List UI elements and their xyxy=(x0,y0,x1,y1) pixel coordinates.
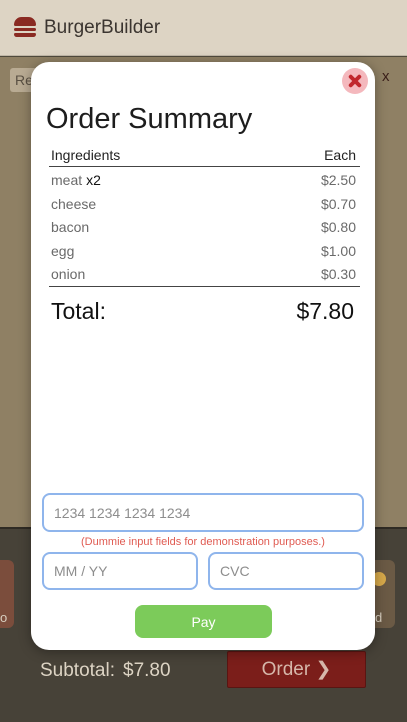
cvc-input[interactable] xyxy=(208,552,364,590)
ingredient-name: onion xyxy=(51,266,86,282)
order-table: Ingredients Each meat x2 $2.50 cheese $0.… xyxy=(49,145,360,285)
order-summary-modal: Order Summary Ingredients Each meat x2 $2… xyxy=(31,62,375,650)
ingredient-quantity: x2 xyxy=(86,172,101,188)
ingredient-name: bacon xyxy=(51,219,90,235)
ingredient-price: $2.50 xyxy=(320,172,356,188)
table-divider xyxy=(49,286,360,287)
column-header-each: Each xyxy=(324,147,356,163)
table-header: Ingredients Each xyxy=(49,145,360,167)
ingredient-name: meat xyxy=(51,172,83,188)
ingredient-price: $0.30 xyxy=(320,266,356,282)
ingredient-tile-left-label: o xyxy=(0,610,8,625)
modal-title: Order Summary xyxy=(46,103,253,135)
burger-logo-icon xyxy=(14,17,36,37)
table-row: cheese $0.70 xyxy=(49,191,360,215)
ingredient-name: cheese xyxy=(51,195,97,212)
table-row: meat x2 $2.50 xyxy=(49,167,360,191)
pay-button[interactable]: Pay xyxy=(135,605,272,638)
order-button[interactable]: Order ❯ xyxy=(227,651,366,688)
column-header-ingredients: Ingredients xyxy=(51,147,121,163)
table-row: bacon $0.80 xyxy=(49,214,360,238)
total-value: $7.80 xyxy=(296,298,354,324)
ingredient-price: $0.80 xyxy=(320,219,356,235)
expiry-date-input[interactable] xyxy=(42,552,198,590)
subtotal-value: $7.80 xyxy=(123,660,171,681)
ingredient-price: $0.70 xyxy=(320,195,356,212)
close-icon[interactable] xyxy=(342,68,368,94)
background-close-button[interactable]: x xyxy=(382,68,390,85)
table-row: onion $0.30 xyxy=(49,261,360,285)
demo-disclaimer: (Dummie input fields for demonstration p… xyxy=(81,536,325,548)
subtotal: Subtotal: $7.80 xyxy=(40,660,179,682)
ingredient-name: egg xyxy=(51,242,75,259)
subtotal-label: Subtotal: xyxy=(40,660,115,681)
table-row: egg $1.00 xyxy=(49,238,360,262)
total-label: Total: xyxy=(51,298,106,324)
ingredient-tile-right-label: d xyxy=(375,610,383,625)
ingredient-price: $1.00 xyxy=(320,242,356,259)
top-bar: BurgerBuilder xyxy=(0,0,407,56)
card-number-input[interactable] xyxy=(42,493,364,532)
app-title: BurgerBuilder xyxy=(44,17,161,38)
